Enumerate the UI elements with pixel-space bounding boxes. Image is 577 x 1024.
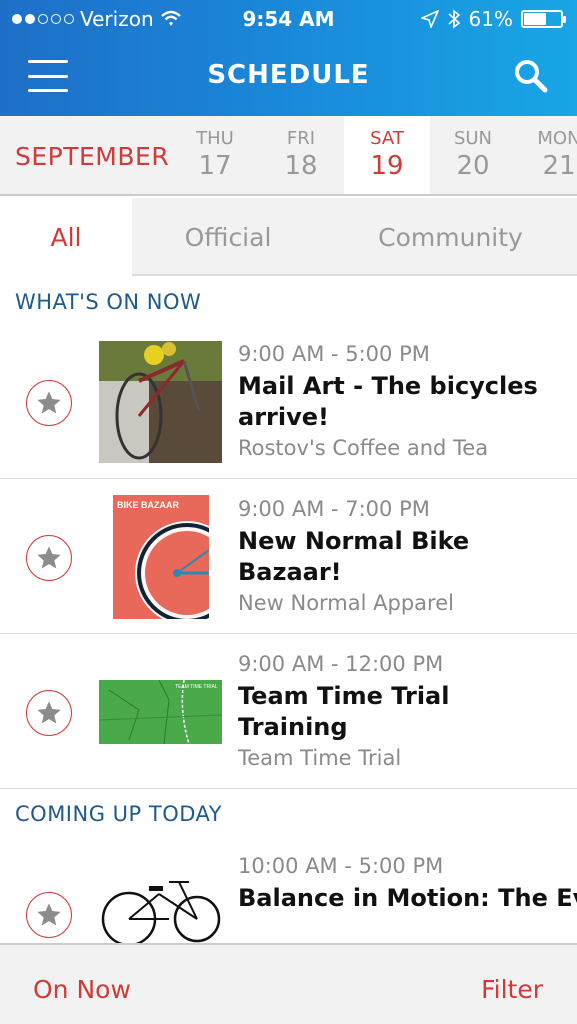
event-venue: Rostov's Coffee and Tea xyxy=(238,436,489,460)
event-time: 10:00 AM - 5:00 PM xyxy=(238,854,444,878)
event-title: Mail Art - The bicycles arrive! xyxy=(238,372,538,431)
tab-official[interactable]: Official xyxy=(132,198,324,276)
event-title: Balance in Motion: The Evolution of Cycl… xyxy=(238,884,577,912)
event-venue: New Normal Apparel xyxy=(238,591,454,615)
day-sun[interactable]: SUN 20 xyxy=(430,116,516,194)
status-right: 61% xyxy=(420,7,566,31)
day-sat-selected[interactable]: SAT 19 xyxy=(344,116,430,194)
day-of-week: SAT xyxy=(370,128,404,149)
day-number: 17 xyxy=(198,151,232,181)
nav-bar: SCHEDULE xyxy=(0,38,577,116)
day-of-week: SUN xyxy=(453,128,493,149)
star-icon xyxy=(37,903,61,926)
tab-community[interactable]: Community xyxy=(324,198,577,276)
favorite-star-button[interactable] xyxy=(26,380,72,426)
day-mon[interactable]: MON 21 xyxy=(516,116,577,194)
day-thu[interactable]: THU 17 xyxy=(172,116,258,194)
battery-fill xyxy=(524,13,546,25)
event-row[interactable]: BIKE BAZAAR 9:00 AM - 7:00 PM New Normal… xyxy=(0,479,577,634)
event-time: 9:00 AM - 5:00 PM xyxy=(238,342,430,366)
event-row[interactable]: 9:00 AM - 5:00 PM Mail Art - The bicycle… xyxy=(0,324,577,479)
event-time: 9:00 AM - 12:00 PM xyxy=(238,652,444,676)
day-number: 21 xyxy=(542,151,576,181)
event-thumbnail-bicycle-photo xyxy=(99,341,222,463)
filter-button[interactable]: Filter xyxy=(481,975,543,1004)
event-row[interactable]: 10:00 AM - 5:00 PM Balance in Motion: Th… xyxy=(0,836,577,946)
star-icon xyxy=(37,701,61,724)
tab-all[interactable]: All xyxy=(0,198,132,276)
event-thumbnail-route-map: TEAM TIME TRIAL xyxy=(99,680,222,744)
status-bar: Verizon 9:54 AM 61% xyxy=(0,0,577,38)
day-fri[interactable]: FRI 18 xyxy=(258,116,344,194)
event-thumbnail-vintage-bicycle xyxy=(99,874,222,946)
map-text: TEAM TIME TRIAL xyxy=(175,684,218,690)
search-icon[interactable] xyxy=(513,58,549,94)
bluetooth-icon xyxy=(448,9,460,29)
battery-icon xyxy=(521,10,566,28)
day-of-week: THU xyxy=(196,128,234,149)
day-of-week: MON xyxy=(537,128,577,149)
day-number: 18 xyxy=(284,151,318,181)
month-label: SEPTEMBER xyxy=(15,142,170,171)
event-venue: Team Time Trial xyxy=(238,746,402,770)
event-time: 9:00 AM - 7:00 PM xyxy=(238,497,430,521)
event-title: New Normal Bike Bazaar! xyxy=(238,527,470,586)
event-title: Team Time Trial Training xyxy=(238,682,450,741)
date-selector: SEPTEMBER THU 17 FRI 18 SAT 19 SUN 20 MO… xyxy=(0,116,577,196)
app-header: Verizon 9:54 AM 61% SCHEDULE xyxy=(0,0,577,116)
favorite-star-button[interactable] xyxy=(26,690,72,736)
day-number: 20 xyxy=(456,151,490,181)
favorite-star-button[interactable] xyxy=(26,535,72,581)
page-title: SCHEDULE xyxy=(207,60,370,90)
event-row[interactable]: TEAM TIME TRIAL 9:00 AM - 12:00 PM Team … xyxy=(0,634,577,789)
star-icon xyxy=(37,546,61,569)
location-arrow-icon xyxy=(420,10,439,28)
day-number: 19 xyxy=(370,151,404,181)
filter-tabs: All Official Community xyxy=(0,198,577,276)
day-of-week: FRI xyxy=(286,128,316,149)
on-now-button[interactable]: On Now xyxy=(33,975,131,1004)
battery-percent: 61% xyxy=(468,7,513,31)
star-icon xyxy=(37,391,61,414)
event-thumbnail-bike-bazaar-poster: BIKE BAZAAR xyxy=(113,495,209,619)
bottom-toolbar: On Now Filter xyxy=(0,943,577,1024)
poster-text: BIKE BAZAAR xyxy=(117,500,179,510)
favorite-star-button[interactable] xyxy=(26,892,72,938)
section-header-today: COMING UP TODAY xyxy=(15,802,223,826)
section-header-now: WHAT'S ON NOW xyxy=(15,290,202,314)
